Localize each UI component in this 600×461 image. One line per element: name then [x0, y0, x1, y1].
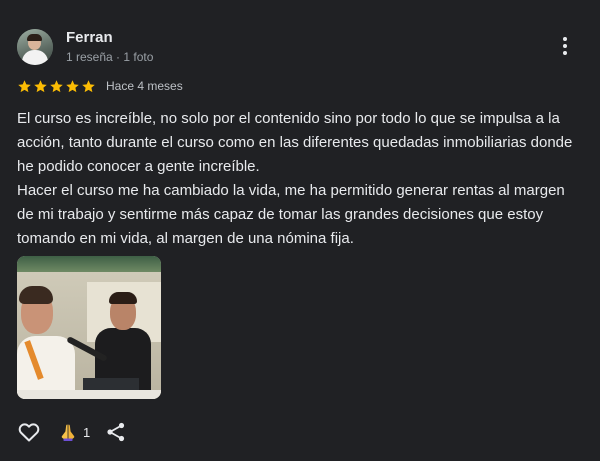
heart-outline-icon [18, 423, 40, 442]
review-photo[interactable] [17, 256, 161, 399]
share-button[interactable] [105, 421, 127, 443]
star-icon [17, 79, 32, 94]
reaction-button[interactable]: 1 [58, 422, 90, 442]
star-icon [33, 79, 48, 94]
author-name[interactable]: Ferran [66, 29, 153, 47]
review-card: Ferran 1 reseña · 1 foto Hace 4 meses El… [0, 0, 600, 461]
star-rating [17, 79, 96, 94]
star-shape [34, 79, 47, 92]
share-icon [107, 422, 125, 442]
star-icon [49, 79, 64, 94]
more-vert-icon-dot [563, 44, 567, 48]
photo-person-1-hair [19, 286, 53, 304]
star-shape [66, 79, 79, 92]
review-text: El curso es increíble, no solo por el co… [17, 107, 583, 251]
star-shape [82, 79, 95, 92]
author-meta: 1 reseña · 1 foto [66, 50, 154, 64]
star-shape [50, 79, 63, 92]
more-vert-icon-dot [563, 51, 567, 55]
photo-person-2-hair [109, 292, 137, 304]
review-header: Ferran 1 reseña · 1 foto [17, 27, 153, 67]
more-options-button[interactable] [554, 34, 576, 58]
star-icon [65, 79, 80, 94]
praying-hands-icon [61, 424, 75, 441]
photo-table [17, 390, 161, 399]
review-paragraph-1: El curso es increíble, no solo por el co… [17, 110, 573, 175]
rating-row: Hace 4 meses [17, 77, 183, 95]
star-shape [18, 79, 31, 92]
author-avatar[interactable] [17, 29, 53, 65]
author-info: Ferran 1 reseña · 1 foto [66, 29, 153, 65]
review-date: Hace 4 meses [106, 79, 183, 93]
more-vert-icon-dot [563, 37, 567, 41]
review-paragraph-2: Hacer el curso me ha cambiado la vida, m… [17, 182, 565, 247]
like-button[interactable] [17, 420, 41, 444]
avatar-body [22, 50, 48, 65]
photo-ceiling [17, 256, 161, 272]
avatar-hair [27, 34, 42, 41]
review-actions: 1 [17, 419, 127, 445]
reaction-count: 1 [83, 424, 91, 440]
star-icon [81, 79, 96, 94]
